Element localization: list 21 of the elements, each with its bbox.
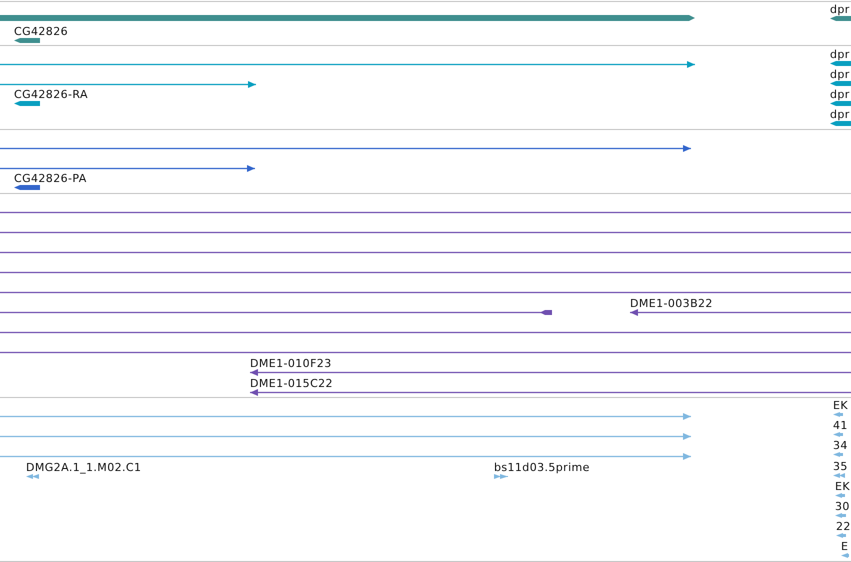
feature-label: dpr [830,48,850,61]
feature-label: dpr [830,88,850,101]
feature-label: dpr [830,108,850,121]
feature-label: CG42826-RA [14,88,88,101]
feature-label: 34 [833,439,848,452]
feature-label: E [841,540,848,553]
feature-label: DMG2A.1_1.M02.C1 [26,461,142,474]
feature-label: 30 [835,500,850,513]
feature-label: DME1-003B22 [630,297,713,310]
feature-label: EK [835,480,850,493]
feature-label: EK [833,399,848,412]
feature-label: 22 [836,520,851,533]
feature-label: DME1-010F23 [250,357,332,370]
feature-label: 35 [833,460,848,473]
feature-label: CG42826-PA [14,172,87,185]
feature-label: 41 [833,419,848,432]
feature-label: bs11d03.5prime [494,461,590,474]
feature-label: dpr [830,68,850,81]
feature-label: DME1-015C22 [250,377,333,390]
feature-label: dpr [830,3,850,16]
feature-label: CG42826 [14,25,68,38]
